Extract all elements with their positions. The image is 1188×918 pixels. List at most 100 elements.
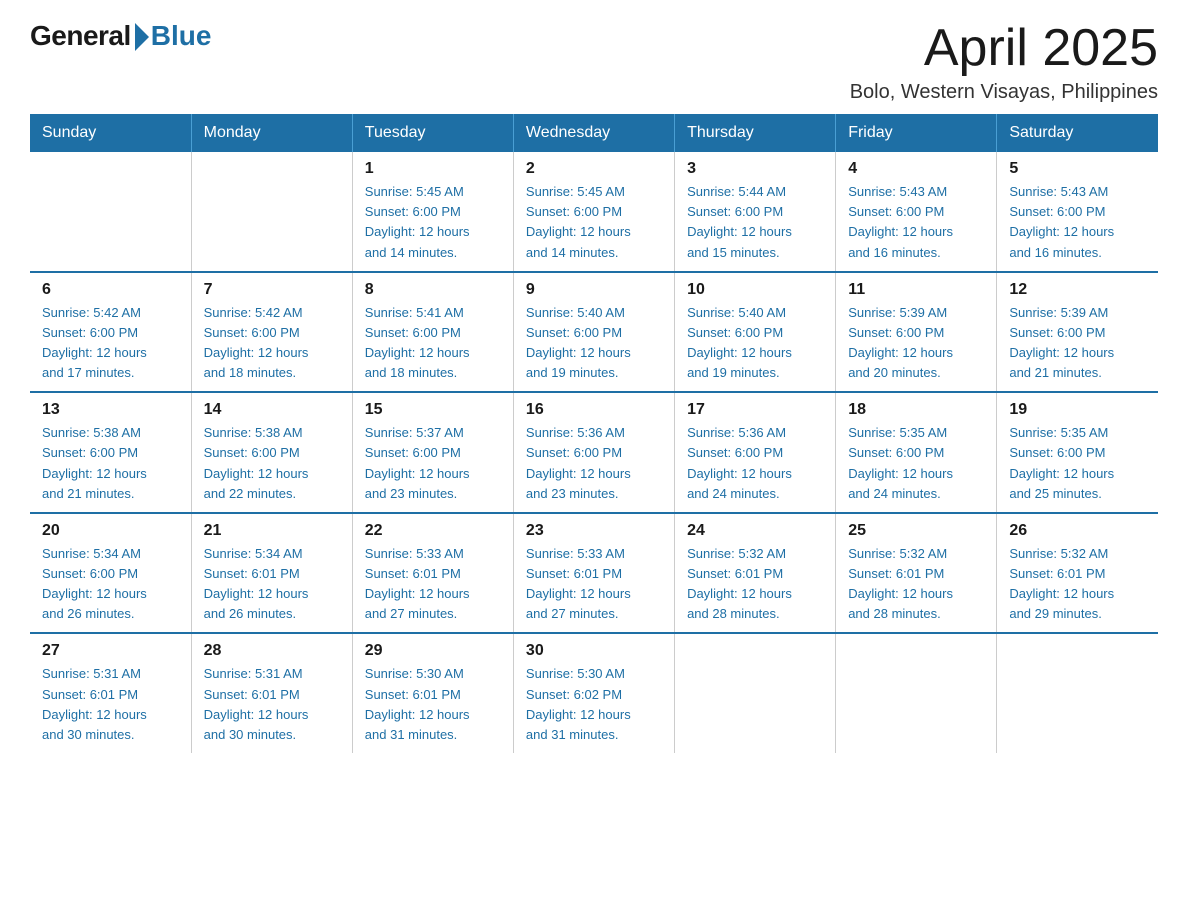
day-number: 23 [526, 522, 662, 540]
day-info: Sunrise: 5:45 AM Sunset: 6:00 PM Dayligh… [526, 182, 662, 263]
calendar-table: SundayMondayTuesdayWednesdayThursdayFrid… [30, 114, 1158, 753]
day-number: 18 [848, 401, 984, 419]
day-info: Sunrise: 5:32 AM Sunset: 6:01 PM Dayligh… [1009, 544, 1146, 625]
day-number: 4 [848, 160, 984, 178]
day-number: 11 [848, 281, 984, 299]
day-info: Sunrise: 5:33 AM Sunset: 6:01 PM Dayligh… [365, 544, 501, 625]
day-info: Sunrise: 5:41 AM Sunset: 6:00 PM Dayligh… [365, 303, 501, 384]
day-number: 17 [687, 401, 823, 419]
calendar-cell: 2 Sunrise: 5:45 AM Sunset: 6:00 PM Daylig… [513, 152, 674, 272]
calendar-cell: 19 Sunrise: 5:35 AM Sunset: 6:00 PM Dayli… [997, 392, 1158, 513]
day-info: Sunrise: 5:45 AM Sunset: 6:00 PM Dayligh… [365, 182, 501, 263]
logo-blue-text: Blue [151, 20, 212, 52]
day-number: 30 [526, 642, 662, 660]
calendar-cell: 17 Sunrise: 5:36 AM Sunset: 6:00 PM Dayli… [675, 392, 836, 513]
day-number: 21 [204, 522, 340, 540]
day-info: Sunrise: 5:33 AM Sunset: 6:01 PM Dayligh… [526, 544, 662, 625]
calendar-cell: 13 Sunrise: 5:38 AM Sunset: 6:00 PM Dayli… [30, 392, 191, 513]
calendar-cell: 4Sunrise: 5:43 AM Sunset: 6:00 PM Daylig… [836, 152, 997, 272]
weekday-header-sunday: Sunday [30, 114, 191, 152]
day-number: 8 [365, 281, 501, 299]
calendar-week-row: 20Sunrise: 5:34 AM Sunset: 6:00 PM Dayli… [30, 513, 1158, 634]
logo: General Blue [30, 20, 211, 52]
calendar-cell: 21Sunrise: 5:34 AM Sunset: 6:01 PM Dayli… [191, 513, 352, 634]
calendar-week-row: 13 Sunrise: 5:38 AM Sunset: 6:00 PM Dayli… [30, 392, 1158, 513]
day-number: 2 [526, 160, 662, 178]
calendar-week-row: 27Sunrise: 5:31 AM Sunset: 6:01 PM Dayli… [30, 633, 1158, 753]
calendar-cell: 23 Sunrise: 5:33 AM Sunset: 6:01 PM Dayli… [513, 513, 674, 634]
day-number: 3 [687, 160, 823, 178]
month-title: April 2025 [850, 20, 1158, 77]
day-number: 12 [1009, 281, 1146, 299]
location-subtitle: Bolo, Western Visayas, Philippines [850, 81, 1158, 104]
calendar-cell: 24Sunrise: 5:32 AM Sunset: 6:01 PM Dayli… [675, 513, 836, 634]
day-info: Sunrise: 5:34 AM Sunset: 6:00 PM Dayligh… [42, 544, 179, 625]
logo-triangle-icon [135, 23, 149, 51]
calendar-cell [997, 633, 1158, 753]
calendar-cell [30, 152, 191, 272]
day-info: Sunrise: 5:32 AM Sunset: 6:01 PM Dayligh… [848, 544, 984, 625]
day-info: Sunrise: 5:37 AM Sunset: 6:00 PM Dayligh… [365, 423, 501, 504]
calendar-cell: 25 Sunrise: 5:32 AM Sunset: 6:01 PM Dayli… [836, 513, 997, 634]
calendar-cell: 6Sunrise: 5:42 AM Sunset: 6:00 PM Daylig… [30, 272, 191, 393]
calendar-cell: 8 Sunrise: 5:41 AM Sunset: 6:00 PM Daylig… [352, 272, 513, 393]
calendar-cell: 18Sunrise: 5:35 AM Sunset: 6:00 PM Dayli… [836, 392, 997, 513]
calendar-cell: 15 Sunrise: 5:37 AM Sunset: 6:00 PM Dayli… [352, 392, 513, 513]
day-info: Sunrise: 5:40 AM Sunset: 6:00 PM Dayligh… [687, 303, 823, 384]
day-number: 13 [42, 401, 179, 419]
day-number: 16 [526, 401, 662, 419]
day-number: 14 [204, 401, 340, 419]
day-info: Sunrise: 5:44 AM Sunset: 6:00 PM Dayligh… [687, 182, 823, 263]
title-section: April 2025 Bolo, Western Visayas, Philip… [850, 20, 1158, 104]
calendar-cell: 26Sunrise: 5:32 AM Sunset: 6:01 PM Dayli… [997, 513, 1158, 634]
day-info: Sunrise: 5:32 AM Sunset: 6:01 PM Dayligh… [687, 544, 823, 625]
day-info: Sunrise: 5:42 AM Sunset: 6:00 PM Dayligh… [204, 303, 340, 384]
day-number: 15 [365, 401, 501, 419]
day-number: 22 [365, 522, 501, 540]
calendar-cell: 12 Sunrise: 5:39 AM Sunset: 6:00 PM Dayli… [997, 272, 1158, 393]
day-info: Sunrise: 5:39 AM Sunset: 6:00 PM Dayligh… [1009, 303, 1146, 384]
calendar-cell: 16 Sunrise: 5:36 AM Sunset: 6:00 PM Dayli… [513, 392, 674, 513]
day-number: 28 [204, 642, 340, 660]
day-info: Sunrise: 5:31 AM Sunset: 6:01 PM Dayligh… [204, 664, 340, 745]
day-number: 25 [848, 522, 984, 540]
day-number: 19 [1009, 401, 1146, 419]
weekday-header-friday: Friday [836, 114, 997, 152]
calendar-cell: 20Sunrise: 5:34 AM Sunset: 6:00 PM Dayli… [30, 513, 191, 634]
calendar-cell [836, 633, 997, 753]
day-number: 6 [42, 281, 179, 299]
calendar-cell: 29Sunrise: 5:30 AM Sunset: 6:01 PM Dayli… [352, 633, 513, 753]
calendar-header-row: SundayMondayTuesdayWednesdayThursdayFrid… [30, 114, 1158, 152]
calendar-cell: 1Sunrise: 5:45 AM Sunset: 6:00 PM Daylig… [352, 152, 513, 272]
weekday-header-tuesday: Tuesday [352, 114, 513, 152]
calendar-week-row: 1Sunrise: 5:45 AM Sunset: 6:00 PM Daylig… [30, 152, 1158, 272]
day-number: 10 [687, 281, 823, 299]
day-info: Sunrise: 5:40 AM Sunset: 6:00 PM Dayligh… [526, 303, 662, 384]
day-info: Sunrise: 5:39 AM Sunset: 6:00 PM Dayligh… [848, 303, 984, 384]
day-info: Sunrise: 5:36 AM Sunset: 6:00 PM Dayligh… [687, 423, 823, 504]
day-number: 5 [1009, 160, 1146, 178]
calendar-cell [675, 633, 836, 753]
calendar-cell: 9Sunrise: 5:40 AM Sunset: 6:00 PM Daylig… [513, 272, 674, 393]
day-info: Sunrise: 5:36 AM Sunset: 6:00 PM Dayligh… [526, 423, 662, 504]
day-number: 29 [365, 642, 501, 660]
weekday-header-wednesday: Wednesday [513, 114, 674, 152]
calendar-cell: 27Sunrise: 5:31 AM Sunset: 6:01 PM Dayli… [30, 633, 191, 753]
page-header: General Blue April 2025 Bolo, Western Vi… [30, 20, 1158, 104]
day-info: Sunrise: 5:38 AM Sunset: 6:00 PM Dayligh… [42, 423, 179, 504]
day-info: Sunrise: 5:31 AM Sunset: 6:01 PM Dayligh… [42, 664, 179, 745]
weekday-header-saturday: Saturday [997, 114, 1158, 152]
calendar-cell: 10 Sunrise: 5:40 AM Sunset: 6:00 PM Dayli… [675, 272, 836, 393]
logo-general-text: General [30, 20, 131, 52]
day-info: Sunrise: 5:38 AM Sunset: 6:00 PM Dayligh… [204, 423, 340, 504]
calendar-cell: 22 Sunrise: 5:33 AM Sunset: 6:01 PM Dayli… [352, 513, 513, 634]
day-info: Sunrise: 5:30 AM Sunset: 6:02 PM Dayligh… [526, 664, 662, 745]
day-number: 7 [204, 281, 340, 299]
weekday-header-thursday: Thursday [675, 114, 836, 152]
day-info: Sunrise: 5:43 AM Sunset: 6:00 PM Dayligh… [1009, 182, 1146, 263]
weekday-header-monday: Monday [191, 114, 352, 152]
calendar-cell: 11 Sunrise: 5:39 AM Sunset: 6:00 PM Dayli… [836, 272, 997, 393]
day-info: Sunrise: 5:35 AM Sunset: 6:00 PM Dayligh… [1009, 423, 1146, 504]
calendar-week-row: 6 Sunrise: 5:42 AM Sunset: 6:00 PM Daylig… [30, 272, 1158, 393]
calendar-cell: 14 Sunrise: 5:38 AM Sunset: 6:00 PM Dayli… [191, 392, 352, 513]
